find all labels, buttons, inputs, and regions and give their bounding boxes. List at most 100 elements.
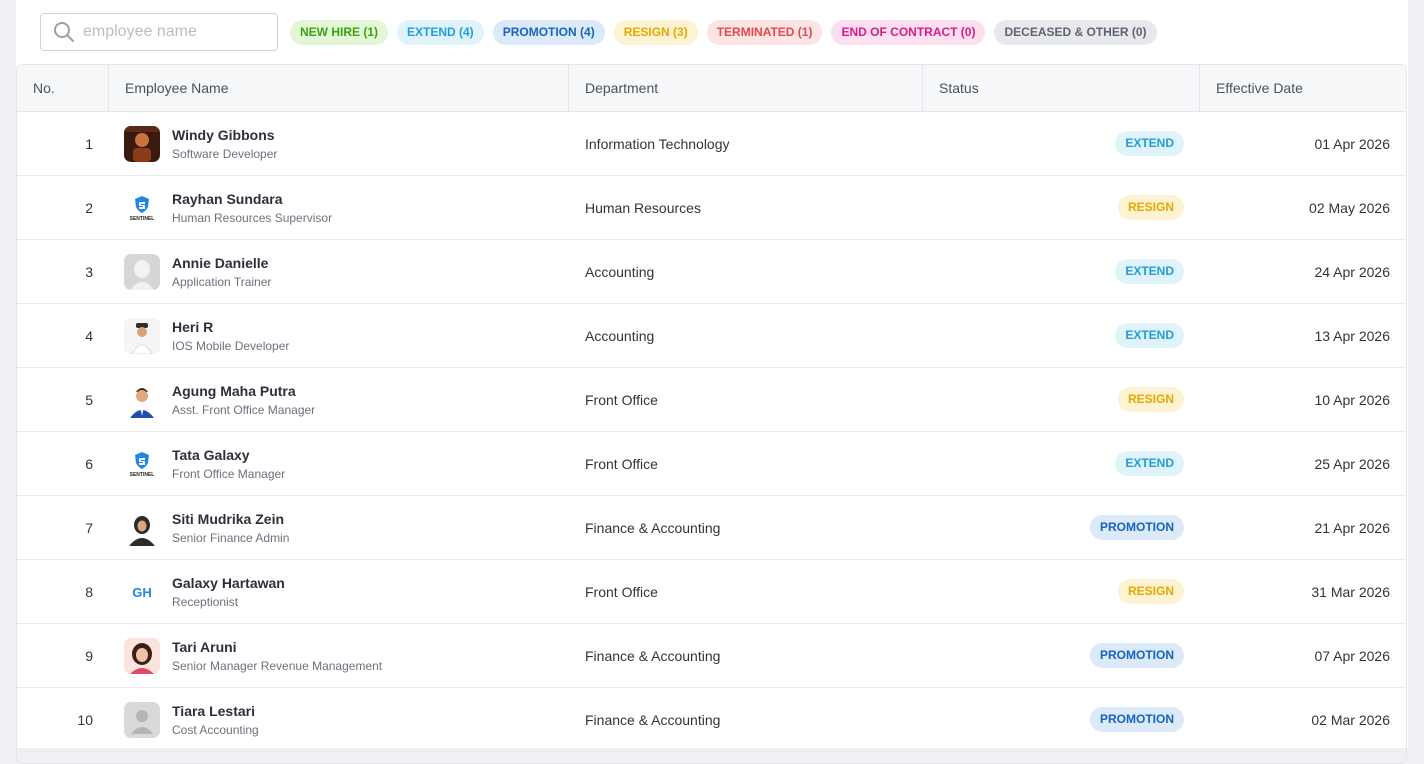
search-box[interactable] — [40, 13, 278, 51]
filter-toolbar: NEW HIRE (1) EXTEND (4) PROMOTION (4) RESIG… — [40, 12, 1166, 52]
row-number: 9 — [85, 647, 93, 664]
table-row[interactable]: 7 Siti Mudrika Zein Senior Finance Admin Fi… — [17, 496, 1406, 560]
employee-title: Senior Finance Admin — [172, 530, 290, 545]
status-badge: RESIGN — [1117, 387, 1184, 412]
employee-cell: Tari Aruni Senior Manager Revenue Managem… — [109, 637, 569, 674]
employee-name[interactable]: Heri R — [172, 319, 289, 335]
department-cell: Front Office — [585, 455, 658, 472]
employee-title: Software Developer — [172, 146, 278, 161]
avatar — [124, 509, 160, 546]
department-cell: Accounting — [585, 327, 655, 344]
department-cell: Accounting — [585, 263, 655, 280]
effective-date-cell: 02 Mar 2026 — [1311, 711, 1390, 728]
employee-cell: Heri R IOS Mobile Developer — [109, 317, 569, 354]
employee-cell: Siti Mudrika Zein Senior Finance Admin — [109, 509, 569, 546]
avatar — [124, 701, 160, 738]
employee-name[interactable]: Agung Maha Putra — [172, 383, 315, 399]
status-badge: PROMOTION — [1090, 515, 1184, 540]
row-number: 8 — [85, 583, 93, 600]
status-badge: RESIGN — [1117, 195, 1184, 220]
effective-date-cell: 07 Apr 2026 — [1314, 647, 1390, 664]
filter-chip[interactable]: NEW HIRE (1) — [290, 19, 388, 45]
avatar — [124, 125, 160, 162]
filter-chip[interactable]: EXTEND (4) — [397, 19, 484, 45]
table-row[interactable]: 5 Agung Maha Putra Asst. Front Office Mana… — [17, 368, 1406, 432]
effective-date-cell: 31 Mar 2026 — [1311, 583, 1390, 600]
effective-date-cell: 01 Apr 2026 — [1314, 135, 1390, 152]
row-number: 4 — [85, 327, 93, 344]
employee-title: Asst. Front Office Manager — [172, 402, 316, 417]
status-cell: PROMOTION — [923, 643, 1200, 668]
employee-name[interactable]: Tari Aruni — [172, 639, 382, 655]
employee-name[interactable]: Tata Galaxy — [172, 447, 285, 463]
employee-name[interactable]: Tiara Lestari — [172, 703, 259, 719]
department-cell: Information Technology — [585, 135, 730, 152]
employee-name[interactable]: Annie Danielle — [172, 255, 271, 271]
column-header-employee-name[interactable]: Employee Name — [109, 65, 569, 111]
effective-date-cell: 21 Apr 2026 — [1314, 519, 1390, 536]
avatar — [124, 381, 160, 418]
department-cell: Front Office — [585, 391, 658, 408]
column-header-effective-date[interactable]: Effective Date — [1200, 65, 1406, 111]
filter-chip[interactable]: PROMOTION (4) — [492, 19, 605, 45]
status-filter-chips: NEW HIRE (1) EXTEND (4) PROMOTION (4) RESIG… — [290, 19, 1166, 45]
employee-cell: GH Galaxy Hartawan Receptionist — [109, 573, 569, 610]
table-row[interactable]: 6 SENTINEL Tata Galaxy Front Office Manager… — [17, 432, 1406, 496]
effective-date-cell: 24 Apr 2026 — [1314, 263, 1390, 280]
table-row[interactable]: 4 Heri R IOS Mobile Developer Accounting EXT… — [17, 304, 1406, 368]
table-row[interactable]: 10 Tiara Lestari Cost Accounting Finance & … — [17, 688, 1406, 752]
employee-title: Human Resources Supervisor — [172, 210, 333, 225]
department-cell: Human Resources — [585, 199, 701, 216]
employee-movement-panel: NEW HIRE (1) EXTEND (4) PROMOTION (4) RESIG… — [16, 0, 1408, 764]
table-row[interactable]: 2 SENTINEL Rayhan Sundara Human Resources S… — [17, 176, 1406, 240]
avatar — [124, 637, 160, 674]
column-header-no[interactable]: No. — [17, 65, 109, 111]
filter-chip[interactable]: END OF CONTRACT (0) — [831, 19, 986, 45]
employee-name[interactable]: Rayhan Sundara — [172, 191, 332, 207]
row-number: 1 — [85, 135, 93, 152]
column-header-status[interactable]: Status — [923, 65, 1200, 111]
status-badge: EXTEND — [1115, 451, 1184, 476]
employee-cell: SENTINEL Rayhan Sundara Human Resources Su… — [109, 189, 569, 226]
filter-chip[interactable]: RESIGN (3) — [613, 19, 698, 45]
department-cell: Finance & Accounting — [585, 711, 721, 728]
column-header-department[interactable]: Department — [569, 65, 923, 111]
employee-name[interactable]: Siti Mudrika Zein — [172, 511, 289, 527]
row-number: 3 — [85, 263, 93, 280]
employee-name[interactable]: Windy Gibbons — [172, 127, 277, 143]
filter-chip[interactable]: DECEASED & OTHER (0) — [994, 19, 1157, 45]
employee-title: Application Trainer — [172, 274, 272, 289]
department-cell: Front Office — [585, 583, 658, 600]
effective-date-cell: 10 Apr 2026 — [1314, 391, 1390, 408]
department-cell: Finance & Accounting — [585, 647, 721, 664]
search-input[interactable] — [81, 22, 265, 42]
row-number: 10 — [77, 711, 93, 728]
svg-text:SENTINEL: SENTINEL — [130, 216, 155, 222]
department-cell: Finance & Accounting — [585, 519, 721, 536]
employee-cell: Windy Gibbons Software Developer — [109, 125, 569, 162]
status-badge: PROMOTION — [1090, 643, 1184, 668]
table-row[interactable]: 3 Annie Danielle Application Trainer Accoun… — [17, 240, 1406, 304]
row-number: 7 — [85, 519, 93, 536]
status-cell: RESIGN — [923, 195, 1200, 220]
svg-text:GH: GH — [132, 585, 152, 600]
employee-name[interactable]: Galaxy Hartawan — [172, 575, 285, 591]
table-row[interactable]: 1 Windy Gibbons Software Developer Informat… — [17, 112, 1406, 176]
table-row[interactable]: 9 Tari Aruni Senior Manager Revenue Manage… — [17, 624, 1406, 688]
status-cell: PROMOTION — [923, 515, 1200, 540]
filter-chip[interactable]: TERMINATED (1) — [706, 19, 823, 45]
employee-table: No. Employee Name Department Status Effe… — [16, 64, 1407, 764]
avatar — [124, 317, 160, 354]
row-number: 5 — [85, 391, 93, 408]
table-row[interactable]: 8 GH Galaxy Hartawan Receptionist Front Offi… — [17, 560, 1406, 624]
employee-cell: Tiara Lestari Cost Accounting — [109, 701, 569, 738]
search-icon — [54, 22, 74, 42]
avatar: GH — [124, 573, 160, 610]
status-cell: EXTEND — [923, 131, 1200, 156]
svg-text:SENTINEL: SENTINEL — [130, 472, 155, 478]
employee-title: IOS Mobile Developer — [172, 338, 290, 353]
employee-cell: Annie Danielle Application Trainer — [109, 253, 569, 290]
avatar: SENTINEL — [124, 445, 160, 482]
employee-title: Cost Accounting — [172, 722, 259, 737]
status-cell: RESIGN — [923, 579, 1200, 604]
